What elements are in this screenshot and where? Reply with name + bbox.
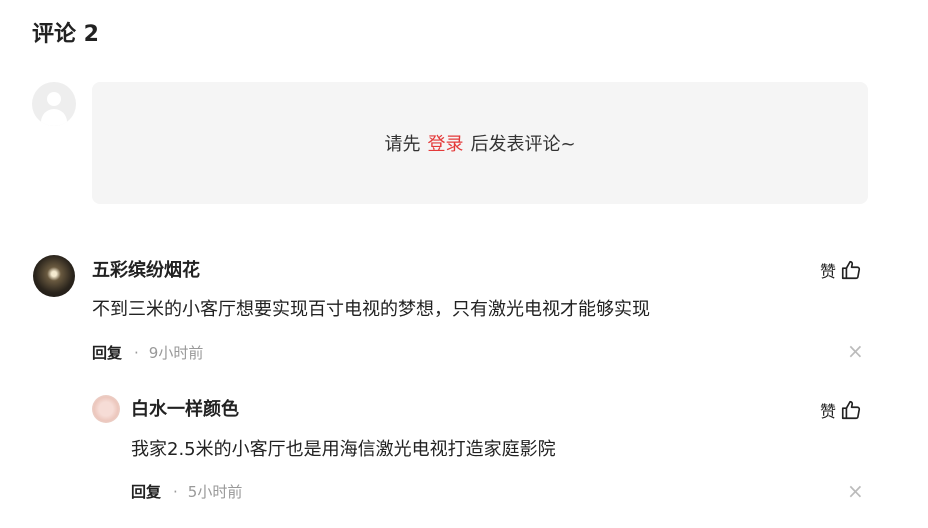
like-label: 赞	[820, 262, 837, 281]
comment-text: 我家2.5米的小客厅也是用海信激光电视打造家庭影院	[131, 439, 556, 460]
comment-username[interactable]: 五彩缤纷烟花	[92, 259, 200, 283]
close-icon[interactable]: ×	[847, 341, 864, 361]
login-prompt-before: 请先	[384, 134, 421, 155]
comments-title: 评论 2	[32, 22, 99, 47]
meta-separator: ·	[134, 344, 139, 362]
login-link[interactable]: 登录	[427, 130, 463, 156]
comment-time: 5小时前	[187, 483, 243, 501]
avatar[interactable]	[92, 395, 120, 423]
reply-button[interactable]: 回复	[92, 343, 122, 363]
login-prompt-after: 后发表评论~	[470, 134, 576, 155]
like-button[interactable]: 赞	[820, 258, 862, 282]
like-label: 赞	[820, 402, 837, 421]
comment-text: 不到三米的小客厅想要实现百寸电视的梦想，只有激光电视才能够实现	[92, 299, 650, 320]
reply-button[interactable]: 回复	[131, 482, 161, 502]
comment-meta: 回复 · 9小时前	[92, 343, 203, 363]
comment-username[interactable]: 白水一样颜色	[131, 398, 239, 422]
login-prompt-box: 请先 登录 后发表评论~	[92, 82, 868, 204]
thumbs-up-icon	[841, 260, 861, 280]
comment-time: 9小时前	[148, 344, 204, 362]
like-button[interactable]: 赞	[820, 398, 862, 422]
comment-meta: 回复 · 5小时前	[131, 482, 242, 502]
meta-separator: ·	[173, 483, 178, 501]
close-icon[interactable]: ×	[847, 481, 864, 501]
avatar[interactable]	[33, 255, 75, 297]
default-avatar-icon	[32, 82, 76, 126]
thumbs-up-icon	[841, 400, 861, 420]
